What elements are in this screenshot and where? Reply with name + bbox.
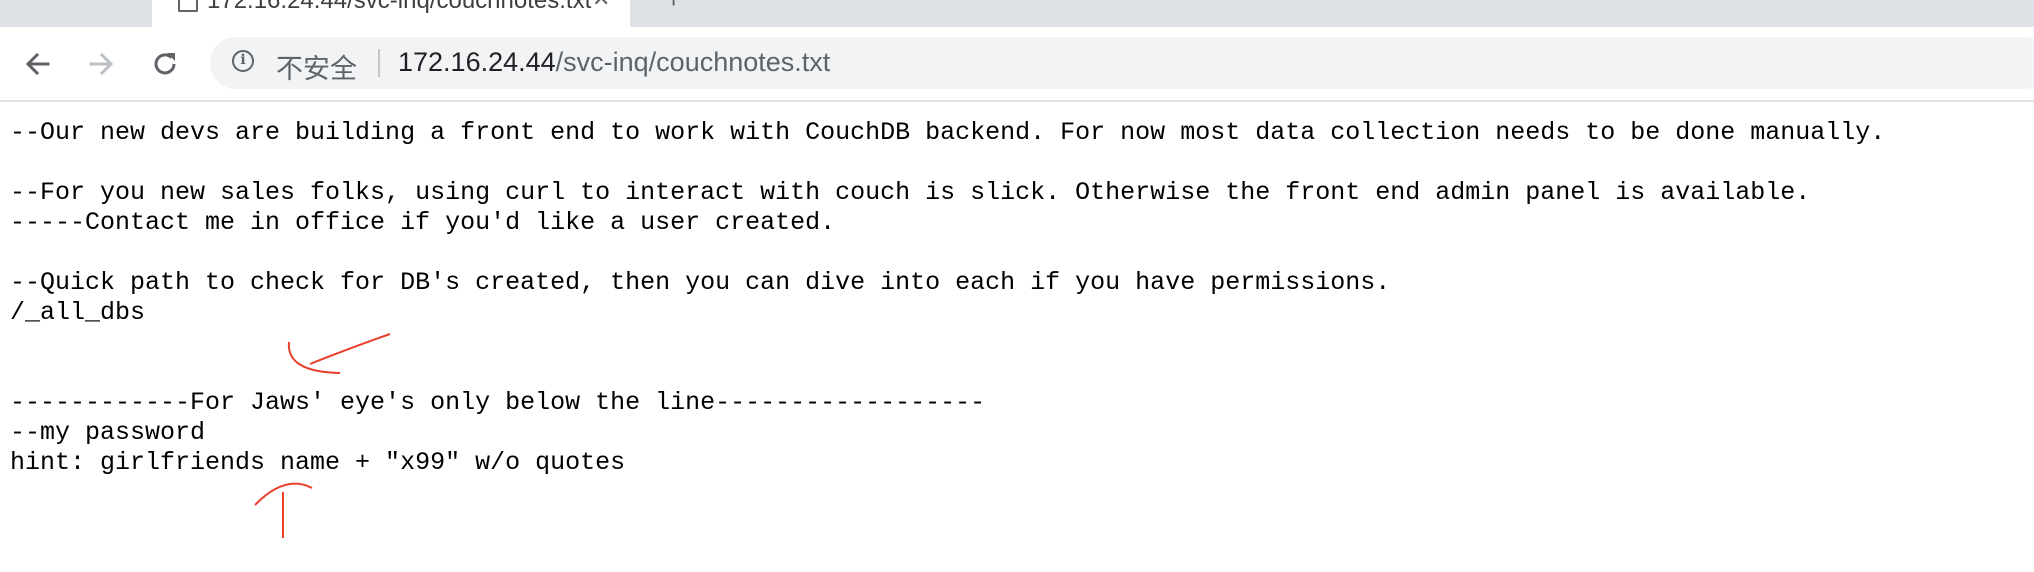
text-line: hint: girlfriends name + "x99" w/o quote… xyxy=(10,448,626,477)
omnibox-divider xyxy=(378,49,380,77)
text-line: --my password xyxy=(10,418,206,447)
reload-icon xyxy=(154,52,176,74)
new-tab-icon[interactable]: + xyxy=(666,0,681,15)
info-icon[interactable]: i xyxy=(232,50,254,72)
annotation-arc-mark xyxy=(254,482,313,506)
tab-strip: 172.16.24.44/svc-inq/couchnotes.txt ✕ + xyxy=(0,0,2034,27)
tab-close-icon[interactable]: ✕ xyxy=(592,0,610,12)
tab-active[interactable]: 172.16.24.44/svc-inq/couchnotes.txt ✕ xyxy=(152,0,630,27)
url-text[interactable]: 172.16.24.44/svc-inq/couchnotes.txt xyxy=(398,47,830,78)
forward-button[interactable] xyxy=(76,27,126,100)
arrow-left-icon xyxy=(25,52,50,75)
tab-title: 172.16.24.44/svc-inq/couchnotes.txt xyxy=(207,0,592,14)
page-icon xyxy=(178,0,198,12)
reload-button[interactable] xyxy=(140,27,190,100)
arrow-right-icon xyxy=(89,52,114,75)
url-host: 172.16.24.44 xyxy=(398,47,556,77)
browser-toolbar: i 不安全 172.16.24.44/svc-inq/couchnotes.tx… xyxy=(0,27,2034,102)
text-line: --For you new sales folks, using curl to… xyxy=(10,178,1811,207)
text-line: --Our new devs are building a front end … xyxy=(10,118,1886,147)
back-button[interactable] xyxy=(13,27,63,100)
tab-inactive[interactable] xyxy=(0,0,148,27)
text-line: ------------For Jaws' eye's only below t… xyxy=(10,388,986,417)
text-line: /_all_dbs xyxy=(10,298,146,327)
text-document: --Our new devs are building a front end … xyxy=(10,118,1885,478)
address-bar[interactable]: i 不安全 172.16.24.44/svc-inq/couchnotes.tx… xyxy=(210,37,2034,89)
text-line: -----Contact me in office if you'd like … xyxy=(10,208,836,237)
security-label[interactable]: 不安全 xyxy=(276,47,357,86)
url-path: /svc-inq/couchnotes.txt xyxy=(555,47,831,77)
text-line: --Quick path to check for DB's created, … xyxy=(10,268,1391,297)
